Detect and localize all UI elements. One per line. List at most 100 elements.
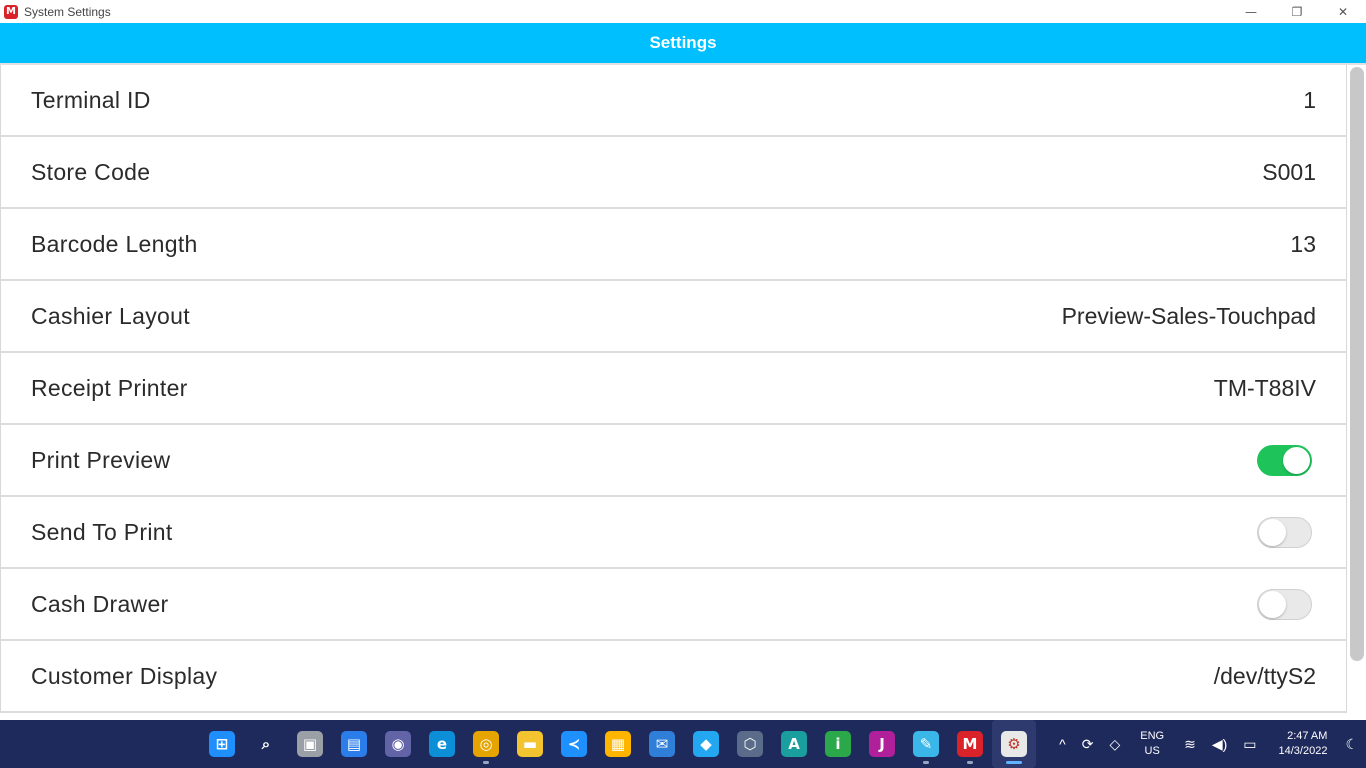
a-app-icon: A xyxy=(781,731,807,757)
toggle-knob xyxy=(1259,518,1286,546)
window-controls: — ❐ ✕ xyxy=(1228,0,1366,23)
sync-icon[interactable]: ⟳ xyxy=(1082,736,1094,753)
edge-taskbar-button[interactable]: e xyxy=(420,720,464,768)
send-to-print-toggle[interactable] xyxy=(1257,516,1312,548)
running-indicator xyxy=(967,761,973,764)
setting-row-store-code[interactable]: Store Code S001 xyxy=(1,137,1346,209)
app-logo-icon: M xyxy=(4,4,18,19)
setting-row-send-to-print: Send To Print xyxy=(1,497,1346,569)
setting-label: Cashier Layout xyxy=(31,302,190,329)
window-title: System Settings xyxy=(24,4,111,19)
volume-icon[interactable]: ◀) xyxy=(1212,736,1227,753)
settings-header: Settings xyxy=(0,23,1366,63)
j-app-taskbar-button[interactable]: J xyxy=(860,720,904,768)
settings-content: Terminal ID 1 Store Code S001 Barcode Le… xyxy=(0,63,1366,720)
battery-icon[interactable]: ▭ xyxy=(1243,736,1256,753)
setting-label: Terminal ID xyxy=(31,86,151,113)
page-title: Settings xyxy=(649,33,717,52)
clock[interactable]: 2:47 AM 14/3/2022 xyxy=(1279,729,1328,759)
running-indicator xyxy=(923,761,929,764)
i-app-taskbar-button[interactable]: i xyxy=(816,720,860,768)
running-indicator xyxy=(1006,761,1022,764)
chrome-icon: ◎ xyxy=(473,731,499,757)
cash-drawer-toggle[interactable] xyxy=(1257,588,1312,620)
setting-row-cash-drawer: Cash Drawer xyxy=(1,569,1346,641)
start-icon: ⊞ xyxy=(209,731,235,757)
setting-value: /dev/ttyS2 xyxy=(1213,662,1316,689)
keyboard-region: US xyxy=(1144,745,1160,757)
wifi-icon[interactable]: ≋ xyxy=(1184,736,1196,753)
setting-label: Barcode Length xyxy=(31,230,198,257)
setting-value: 1 xyxy=(1303,86,1316,113)
setting-row-customer-display[interactable]: Customer Display /dev/ttyS2 xyxy=(1,641,1346,713)
search-taskbar-button[interactable]: ⌕ xyxy=(244,720,288,768)
system-tray: ^ ⟳ ◇ ENG US ≋ ◀) ▭ 2:47 AM 14/3/2022 ☾ xyxy=(1051,720,1366,768)
toggle-knob xyxy=(1283,446,1310,474)
settings-app-taskbar-button[interactable]: ⚙ xyxy=(992,720,1036,768)
running-indicator xyxy=(483,761,489,764)
store-icon: ▦ xyxy=(605,731,631,757)
window-titlebar: M System Settings — ❐ ✕ xyxy=(0,0,1366,23)
language-code: ENG xyxy=(1140,730,1165,742)
j-app-icon: J xyxy=(869,731,895,757)
clock-date: 14/3/2022 xyxy=(1278,745,1328,757)
widgets-taskbar-button[interactable]: ▤ xyxy=(332,720,376,768)
setting-label: Cash Drawer xyxy=(31,590,169,617)
dropbox-icon[interactable]: ◇ xyxy=(1109,736,1120,753)
vscode-taskbar-button[interactable]: ≺ xyxy=(552,720,596,768)
setting-value: TM-T88IV xyxy=(1213,374,1316,401)
virtualbox-icon: ⬡ xyxy=(737,731,763,757)
paint-icon: ✎ xyxy=(913,731,939,757)
task-view-icon: ▣ xyxy=(297,731,323,757)
night-light-icon[interactable]: ☾ xyxy=(1345,736,1358,753)
vscode-icon: ≺ xyxy=(561,731,587,757)
store-taskbar-button[interactable]: ▦ xyxy=(596,720,640,768)
file-explorer-taskbar-button[interactable]: ▬ xyxy=(508,720,552,768)
chrome-taskbar-button[interactable]: ◎ xyxy=(464,720,508,768)
chat-icon: ◉ xyxy=(385,731,411,757)
virtualbox-taskbar-button[interactable]: ⬡ xyxy=(728,720,772,768)
widgets-icon: ▤ xyxy=(341,731,367,757)
setting-label: Customer Display xyxy=(31,662,218,689)
setting-value: Preview-Sales-Touchpad xyxy=(1061,302,1316,329)
setting-row-cashier-layout[interactable]: Cashier Layout Preview-Sales-Touchpad xyxy=(1,281,1346,353)
m-app-taskbar-button[interactable]: M xyxy=(948,720,992,768)
taskbar-apps: ⊞ ⌕ ▣ ▤ ◉ e ◎ ▬ ≺ ▦ ✉ ◆ ⬡ Ai J ✎ M ⚙ xyxy=(200,720,1036,768)
setting-row-barcode-length[interactable]: Barcode Length 13 xyxy=(1,209,1346,281)
task-view-taskbar-button[interactable]: ▣ xyxy=(288,720,332,768)
maps-taskbar-button[interactable]: ◆ xyxy=(684,720,728,768)
setting-row-terminal-id[interactable]: Terminal ID 1 xyxy=(1,65,1346,137)
setting-label: Print Preview xyxy=(31,446,171,473)
settings-list: Terminal ID 1 Store Code S001 Barcode Le… xyxy=(0,65,1347,713)
m-app-icon: M xyxy=(957,731,983,757)
maps-icon: ◆ xyxy=(693,731,719,757)
file-explorer-icon: ▬ xyxy=(517,731,543,757)
a-app-taskbar-button[interactable]: A xyxy=(772,720,816,768)
toggle-knob xyxy=(1259,590,1286,618)
setting-row-receipt-printer[interactable]: Receipt Printer TM-T88IV xyxy=(1,353,1346,425)
mail-icon: ✉ xyxy=(649,731,675,757)
minimize-button[interactable]: — xyxy=(1228,0,1274,23)
show-hidden-icons-chevron-icon[interactable]: ^ xyxy=(1059,736,1066,752)
i-app-icon: i xyxy=(825,731,851,757)
language-indicator[interactable]: ENG US xyxy=(1140,729,1164,759)
print-preview-toggle[interactable] xyxy=(1257,444,1312,476)
search-icon: ⌕ xyxy=(261,735,271,753)
maximize-button[interactable]: ❐ xyxy=(1274,0,1320,23)
setting-label: Receipt Printer xyxy=(31,374,188,401)
mail-taskbar-button[interactable]: ✉ xyxy=(640,720,684,768)
clock-time: 2:47 AM xyxy=(1287,730,1328,742)
settings-app-icon: ⚙ xyxy=(1001,731,1027,757)
start-taskbar-button[interactable]: ⊞ xyxy=(200,720,244,768)
paint-taskbar-button[interactable]: ✎ xyxy=(904,720,948,768)
chat-taskbar-button[interactable]: ◉ xyxy=(376,720,420,768)
vertical-scrollbar[interactable] xyxy=(1350,67,1364,661)
setting-label: Store Code xyxy=(31,158,151,185)
setting-value: 13 xyxy=(1290,230,1316,257)
close-button[interactable]: ✕ xyxy=(1320,0,1366,23)
edge-icon: e xyxy=(429,731,455,757)
setting-label: Send To Print xyxy=(31,518,173,545)
setting-value: S001 xyxy=(1262,158,1316,185)
setting-row-print-preview: Print Preview xyxy=(1,425,1346,497)
taskbar: ⊞ ⌕ ▣ ▤ ◉ e ◎ ▬ ≺ ▦ ✉ ◆ ⬡ Ai J ✎ M ⚙ ^ ⟳ ◇ ENG US ≋ ◀) ▭ … xyxy=(0,720,1366,768)
